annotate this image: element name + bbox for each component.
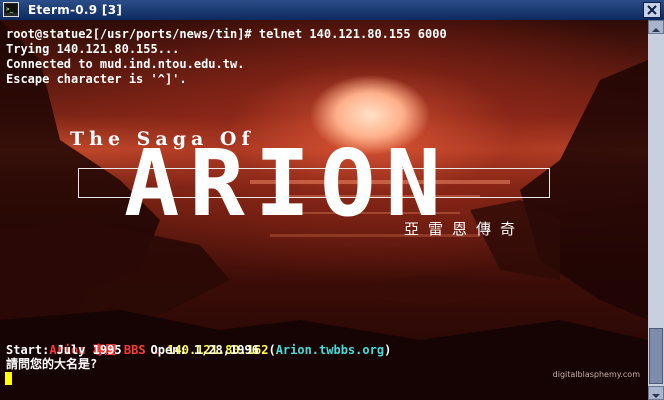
terminal-line: Escape character is '^]'.	[6, 72, 187, 86]
scroll-up-button[interactable]	[648, 20, 664, 34]
bbs-paren-open: (	[268, 343, 276, 357]
vertical-scrollbar[interactable]	[648, 20, 664, 400]
terminal-line: root@statue2[/usr/ports/news/tin]# telne…	[6, 27, 447, 41]
terminal-line: Connected to mud.ind.ntou.edu.tw.	[6, 57, 245, 71]
bbs-host: Arion.twbbs.org	[275, 343, 385, 357]
title-bar[interactable]: >_ Eterm-0.9 [3]	[0, 0, 664, 20]
wallpaper-watermark: digitalblasphemy.com	[552, 370, 640, 379]
terminal-line: Trying 140.121.80.155...	[6, 42, 180, 56]
bbs-paren-close: )	[384, 343, 392, 357]
window-title: Eterm-0.9 [3]	[28, 3, 123, 17]
scroll-down-button[interactable]	[648, 386, 664, 400]
logo-chinese-title: 亞雷恩傳奇	[404, 220, 525, 238]
svg-text:>_: >_	[6, 6, 14, 13]
terminal-app-icon[interactable]: >_	[3, 2, 19, 17]
terminal-area[interactable]: root@statue2[/usr/ports/news/tin]# telne…	[0, 20, 648, 400]
close-x-icon	[647, 5, 657, 15]
scrollbar-thumb[interactable]	[649, 328, 663, 384]
arrow-down-icon	[652, 394, 660, 398]
start-open-line: Start: July 1995 Open: 1,28,1996	[6, 343, 259, 357]
text-cursor	[5, 372, 12, 385]
logo-title: ARION	[124, 130, 451, 237]
name-prompt: 請問您的大名是?	[6, 357, 98, 371]
close-button[interactable]	[643, 2, 661, 18]
eterm-window: >_ Eterm-0.9 [3] root@statue2[/usr/ports…	[0, 0, 664, 400]
arrow-up-icon	[652, 28, 660, 32]
